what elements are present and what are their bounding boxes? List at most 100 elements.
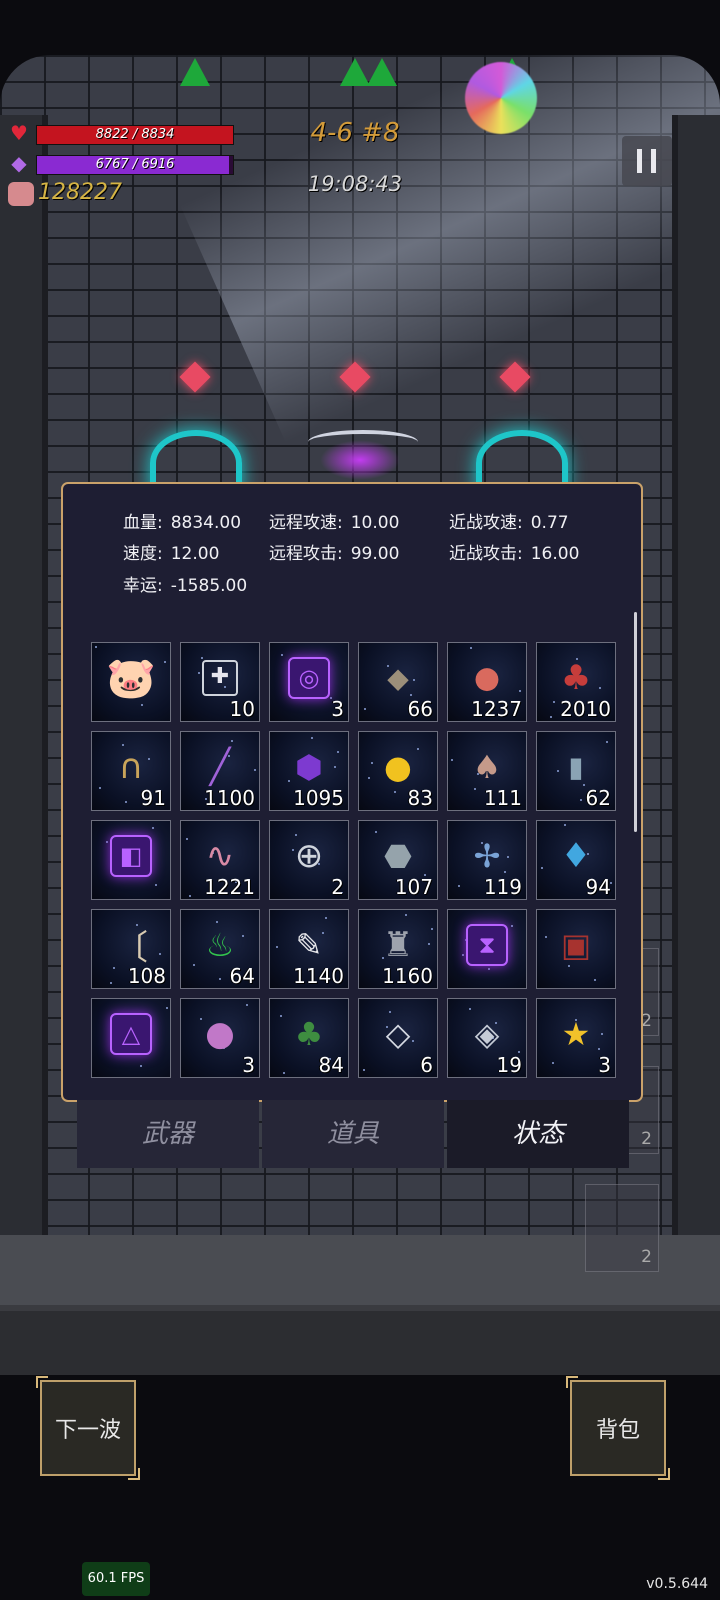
star-speck (106, 841, 108, 843)
star-speck (504, 871, 506, 873)
star-speck (200, 1018, 202, 1020)
star-speck (152, 827, 154, 829)
item-slot[interactable]: ♜ 1160 (358, 909, 438, 989)
item-slot[interactable]: △ (91, 998, 171, 1078)
tab-items[interactable]: 道具 (262, 1100, 444, 1168)
item-slot[interactable]: ⊕ 2 (269, 820, 349, 900)
star-speck (325, 917, 327, 919)
item-count: 62 (585, 786, 611, 810)
star-speck (276, 946, 278, 948)
status-panel: 血量: 8834.00 远程攻速: 10.00 近战攻速: 0.77 速度: 12.00… (61, 482, 643, 1102)
item-count: 1100 (204, 786, 255, 810)
scrollbar[interactable] (634, 612, 637, 832)
purple-triangle-rune-icon: △ (110, 1013, 152, 1056)
item-slot[interactable]: ⬣ 107 (358, 820, 438, 900)
star-speck (599, 687, 601, 689)
star-speck (164, 661, 166, 663)
item-slot[interactable]: ◧ (91, 820, 171, 900)
item-slot[interactable]: ✢ 119 (447, 820, 527, 900)
item-slot[interactable]: ◆ 66 (358, 642, 438, 722)
stat-speed: 速度: 12.00 (123, 539, 219, 564)
star-speck (405, 914, 407, 916)
crossbow-turret (308, 430, 418, 454)
purple-wand-icon: ╱ (209, 747, 231, 788)
item-slot[interactable]: ▣ (536, 909, 616, 989)
right-rock-wall (672, 115, 720, 1295)
star-speck (166, 1007, 168, 1009)
item-slot[interactable]: ♠ 111 (447, 731, 527, 811)
item-count: 2010 (560, 697, 611, 721)
item-count: 3 (598, 1053, 611, 1077)
pause-button[interactable] (622, 136, 672, 186)
item-slot[interactable]: ⬢ 1095 (269, 731, 349, 811)
stat-label: 近战攻击: (449, 544, 523, 564)
peach-icon: ● (473, 660, 501, 696)
item-count: 3 (242, 1053, 255, 1077)
pause-icon (637, 149, 642, 173)
tab-status[interactable]: 状态 (447, 1100, 629, 1168)
star-speck (606, 741, 608, 743)
star-speck (469, 1008, 471, 1010)
item-slot[interactable]: ◎ 3 (269, 642, 349, 722)
star-speck (541, 867, 543, 869)
star-speck (519, 690, 521, 692)
left-rock-wall (0, 115, 48, 1295)
star-speck (363, 1069, 365, 1071)
medkit-icon: ✚ (202, 660, 238, 697)
light-beam (180, 55, 720, 443)
rainbow-orb (465, 62, 537, 134)
item-slot[interactable]: ▮ 62 (536, 731, 616, 811)
item-slot[interactable]: ◈ 19 (447, 998, 527, 1078)
red-spellbook-icon: ▣ (560, 926, 592, 965)
item-slot[interactable]: ∩ 91 (91, 731, 171, 811)
stone-icon: ⬣ (384, 837, 412, 876)
next-wave-button[interactable]: 下一波 (36, 1376, 140, 1480)
item-count: 1221 (204, 875, 255, 899)
item-slot[interactable]: ♣ 84 (269, 998, 349, 1078)
star-speck (428, 943, 430, 945)
item-slot[interactable]: ● 3 (180, 998, 260, 1078)
item-slot[interactable]: ● 1237 (447, 642, 527, 722)
item-slot[interactable]: 〔 108 (91, 909, 171, 989)
star-speck (580, 799, 582, 801)
item-slot[interactable]: ╱ 1100 (180, 731, 260, 811)
stat-melee-speed: 近战攻速: 0.77 (449, 508, 569, 533)
stat-luck: 幸运: -1585.00 (123, 571, 247, 596)
piggy-bank-icon: 🐷 (106, 655, 156, 702)
mana-text: 6767 / 6916 (95, 157, 175, 172)
item-slot[interactable]: ● 83 (358, 731, 438, 811)
purple-hourglass-rune-icon: ⧗ (466, 924, 508, 967)
enemy-marker-icon (180, 58, 210, 86)
star-speck (292, 849, 294, 851)
item-count: 83 (407, 786, 433, 810)
star-speck (95, 646, 97, 648)
coin-sack-icon: ♣ (560, 658, 592, 699)
mana-bar: 6767 / 6916 (36, 155, 234, 175)
star-speck (140, 1065, 142, 1067)
backpack-button[interactable]: 背包 (566, 1376, 670, 1480)
star-speck (186, 838, 188, 840)
item-slot[interactable]: ✚ 10 (180, 642, 260, 722)
item-slot[interactable]: ✎ 1140 (269, 909, 349, 989)
star-speck (413, 679, 415, 681)
tab-weapons[interactable]: 武器 (77, 1100, 259, 1168)
blue-crystal-icon: ♦ (560, 836, 592, 877)
star-speck (451, 759, 453, 761)
stat-label: 近战攻速: (449, 513, 523, 533)
item-slot[interactable]: ♣ 2010 (536, 642, 616, 722)
star-speck (368, 777, 370, 779)
item-slot[interactable]: 🐷 (91, 642, 171, 722)
star-speck (288, 780, 290, 782)
star-speck (155, 884, 157, 886)
item-slot[interactable]: ♦ 94 (536, 820, 616, 900)
item-slot[interactable]: ★ 3 (536, 998, 616, 1078)
item-slot[interactable]: ♨ 64 (180, 909, 260, 989)
item-slot[interactable]: ∿ 1221 (180, 820, 260, 900)
item-slot[interactable]: ◇ 6 (358, 998, 438, 1078)
side-slot: 2 (585, 1184, 659, 1272)
item-slot[interactable]: ⧗ (447, 909, 527, 989)
feather-icon: ✎ (295, 926, 323, 965)
star-speck (148, 758, 150, 760)
stat-value: 16.00 (530, 544, 580, 564)
item-count: 84 (318, 1053, 344, 1077)
